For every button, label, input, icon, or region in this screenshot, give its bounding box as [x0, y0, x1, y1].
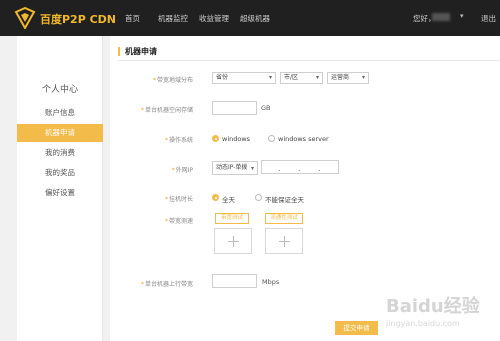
os-radio-windows[interactable] [212, 135, 219, 142]
username-redacted [432, 13, 450, 21]
upload-unit: Mbps [262, 278, 280, 286]
online-option-not-guaranteed[interactable]: 不能保证全天 [265, 194, 304, 204]
title-divider [118, 60, 500, 61]
online-radio-not-guaranteed[interactable] [255, 194, 262, 201]
city-select[interactable]: 市/区 ▾ [280, 72, 323, 84]
user-menu-caret-icon[interactable]: ▾ [460, 12, 464, 20]
os-option-windows-server[interactable]: windows server [278, 135, 329, 143]
chevron-down-icon: ▾ [315, 74, 319, 81]
connectivity-test-button[interactable]: 流通性测试 [265, 213, 303, 224]
page-title: 机器申请 [118, 47, 157, 56]
ip-label: *外网IP [171, 167, 193, 174]
region-label: *带宽地域分布 [152, 77, 193, 84]
logout-link[interactable]: 退出 [481, 13, 496, 24]
online-option-allday[interactable]: 全天 [222, 194, 235, 204]
chevron-down-icon: ▾ [361, 74, 365, 81]
brand-name[interactable]: 百度P2P CDN [40, 11, 116, 27]
storage-label: *单台机器空闲存储 [140, 107, 193, 114]
nav-home[interactable]: 首页 [125, 13, 140, 24]
ip-separator: . [318, 164, 321, 173]
nav-super-machine[interactable]: 超级机器 [240, 13, 270, 24]
sidebar-item-account[interactable]: 账户信息 [17, 104, 103, 122]
brand-logo-icon[interactable] [14, 7, 36, 29]
sidebar: 个人中心 账户信息 机器申请 我的消费 我的奖品 偏好设置 [17, 36, 103, 341]
province-select[interactable]: 省份 ▾ [212, 72, 276, 84]
ip-separator: . [298, 164, 301, 173]
sidebar-item-prizes[interactable]: 我的奖品 [17, 164, 103, 182]
sidebar-title: 个人中心 [41, 85, 78, 95]
upload-label: *单台机器上行带宽 [140, 281, 193, 288]
ip-type-select[interactable]: 动态IP-单拨 ▾ [212, 161, 258, 175]
upload-input[interactable] [212, 274, 257, 288]
sidebar-item-machine-apply[interactable]: 机器申请 [17, 124, 103, 142]
chevron-down-icon: ▾ [250, 165, 254, 172]
nav-earnings[interactable]: 收益管理 [199, 13, 229, 24]
watermark: Baidu经验 jingyan.baidu.com [386, 296, 480, 328]
os-label: *操作系统 [164, 137, 193, 144]
speedtest-label: *带宽测速 [164, 218, 193, 225]
storage-unit: GB [261, 104, 271, 112]
bandwidth-test-button[interactable]: 带宽测试 [215, 213, 249, 224]
nav-machine-monitor[interactable]: 机器监控 [158, 13, 188, 24]
chevron-down-icon: ▾ [268, 74, 272, 81]
ip-separator: . [278, 164, 281, 173]
add-bandwidth-result-plus-icon[interactable] [214, 228, 252, 254]
isp-select[interactable]: 运营商 ▾ [327, 72, 369, 84]
sidebar-item-consumption[interactable]: 我的消费 [17, 144, 103, 162]
storage-input[interactable] [212, 101, 257, 115]
top-navbar: 百度P2P CDN 首页 机器监控 收益管理 超级机器 您好， ▾ 退出 [0, 0, 500, 36]
os-radio-windows-server[interactable] [268, 135, 275, 142]
online-radio-allday[interactable] [212, 194, 219, 201]
sidebar-item-preferences[interactable]: 偏好设置 [17, 184, 103, 202]
os-option-windows[interactable]: windows [222, 135, 250, 143]
submit-button[interactable]: 提交申请 [335, 321, 378, 335]
online-label: *挂机时长 [164, 196, 193, 203]
add-connectivity-result-plus-icon[interactable] [265, 228, 303, 254]
